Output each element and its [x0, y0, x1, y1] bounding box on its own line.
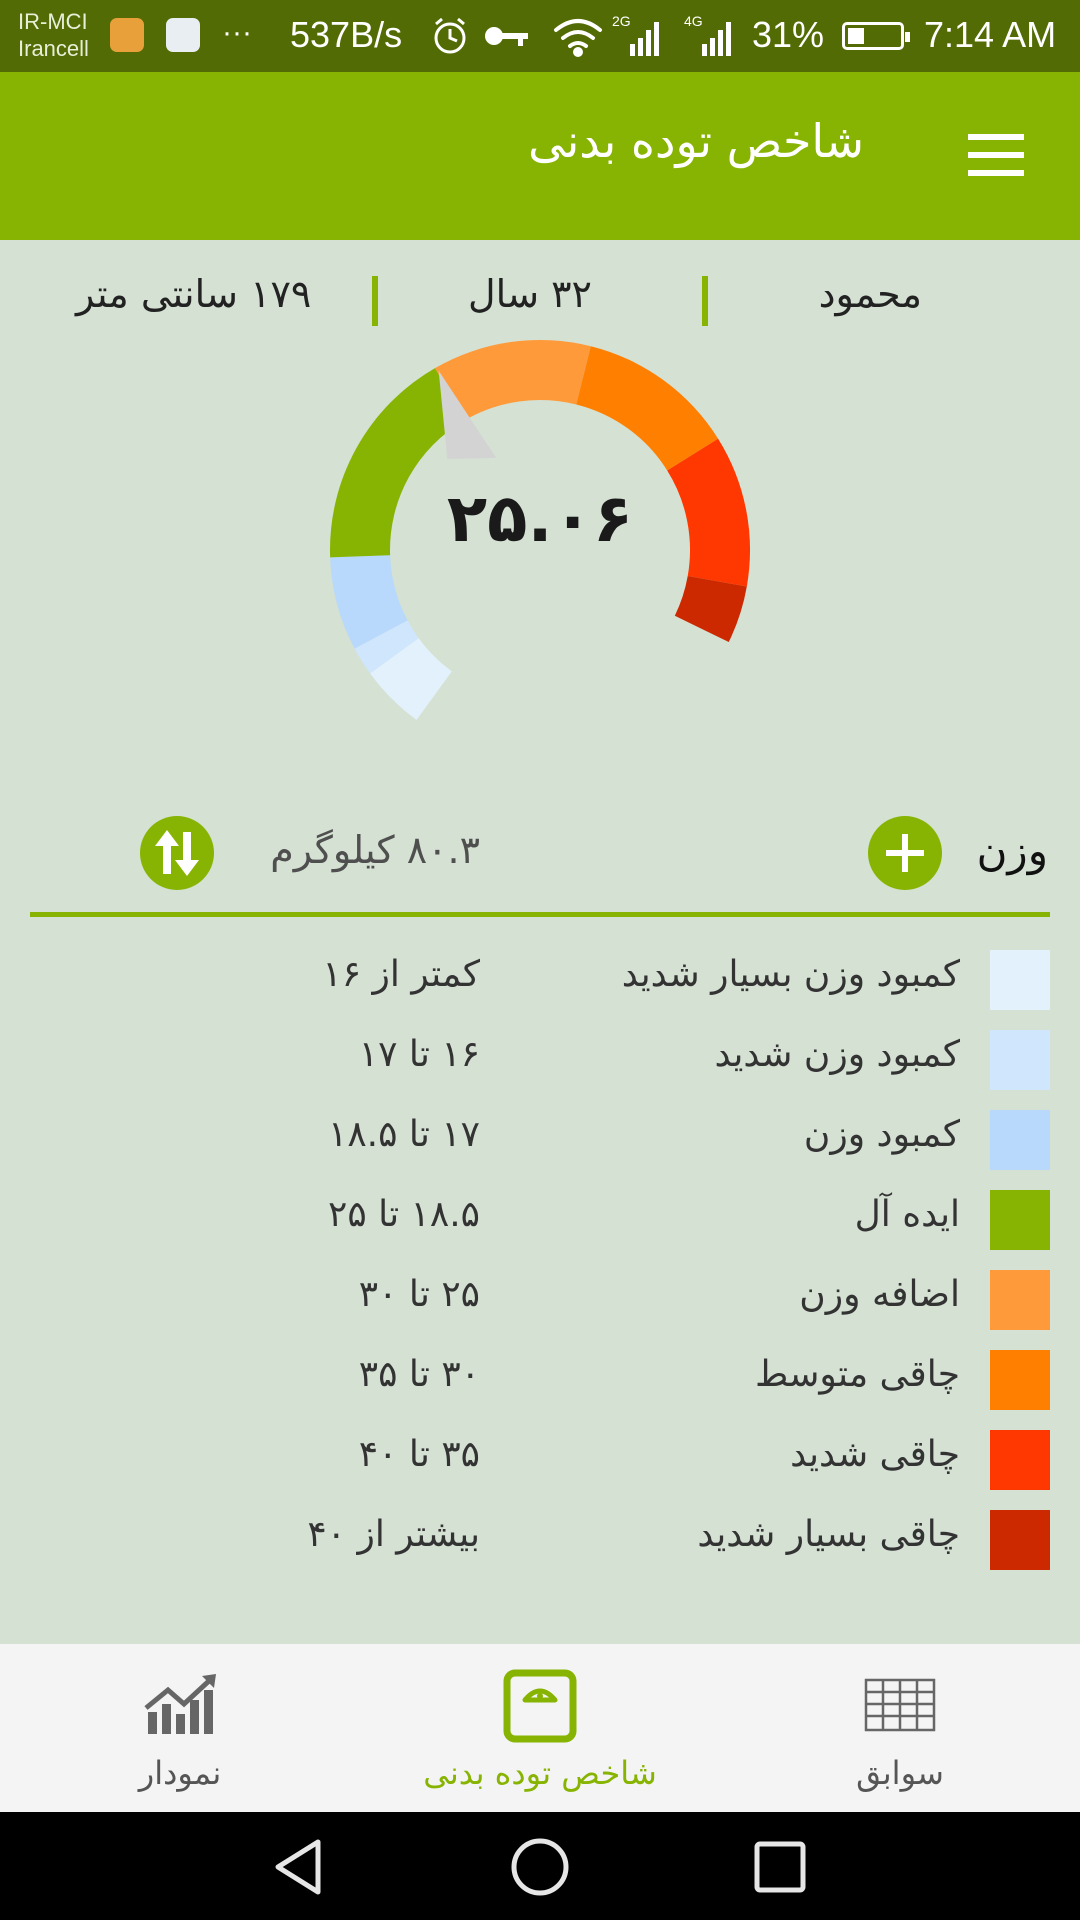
grid-table-icon [864, 1678, 936, 1732]
divider [30, 912, 1050, 917]
notification-app-icon [166, 18, 200, 52]
more-notifications-icon: ··· [222, 16, 252, 49]
status-icons: 2G 4G [434, 14, 731, 57]
legend-row: کمبود وزن ۱۷ تا ۱۸.۵ [0, 1100, 1080, 1180]
profile-age: ۳۲ سال [468, 272, 592, 316]
legend-swatch [990, 1190, 1050, 1250]
signal-4g-icon: 4G [684, 14, 731, 56]
weight-value: ۸۰.۳ کیلوگرم [270, 828, 480, 872]
back-icon[interactable] [264, 1832, 334, 1902]
legend-range: ۳۵ تا ۴۰ [358, 1434, 480, 1475]
notification-app-icon [110, 18, 144, 52]
battery-icon [842, 22, 910, 50]
legend-label: کمبود وزن [803, 1114, 960, 1155]
weight-label: وزن [976, 826, 1048, 875]
legend-range: ۱۶ تا ۱۷ [358, 1034, 480, 1075]
profile-name: محمود [818, 272, 922, 316]
legend-label: کمبود وزن بسیار شدید [621, 954, 960, 995]
legend-swatch [990, 1030, 1050, 1090]
swap-units-button[interactable] [140, 816, 214, 890]
legend-row: ایده آل ۱۸.۵ تا ۲۵ [0, 1180, 1080, 1260]
legend-row: اضافه وزن ۲۵ تا ۳۰ [0, 1260, 1080, 1340]
status-bar: IR-MCI Irancell ··· 537B/s 2G 4G 31% 7:1… [0, 0, 1080, 72]
legend-swatch [990, 1270, 1050, 1330]
page-title: شاخص توده بدنی [528, 114, 864, 168]
legend-swatch [990, 1110, 1050, 1170]
alarm-icon [434, 17, 466, 54]
legend-label: چاقی متوسط [755, 1354, 960, 1395]
legend-swatch [990, 950, 1050, 1010]
legend-row: کمبود وزن بسیار شدید کمتر از ۱۶ [0, 940, 1080, 1020]
svg-text:2G: 2G [612, 14, 631, 29]
legend-swatch [990, 1350, 1050, 1410]
legend-range: ۳۰ تا ۳۵ [358, 1354, 480, 1395]
swap-arrows-icon [155, 830, 199, 876]
legend-label: چاقی شدید [790, 1434, 960, 1475]
legend-range: ۱۸.۵ تا ۲۵ [328, 1194, 480, 1235]
add-weight-button[interactable] [868, 816, 942, 890]
legend-range: کمتر از ۱۶ [322, 954, 480, 995]
legend-row: چاقی متوسط ۳۰ تا ۳۵ [0, 1340, 1080, 1420]
legend-range: ۲۵ تا ۳۰ [358, 1274, 480, 1315]
profile-height: ۱۷۹ سانتی متر [76, 272, 312, 316]
trend-chart-icon [144, 1674, 216, 1734]
network-speed: 537B/s [290, 14, 403, 55]
svg-text:4G: 4G [684, 14, 703, 29]
vpn-key-icon [485, 27, 528, 46]
bottom-navigation: سوابق شاخص توده بدنی نمودار [0, 1644, 1080, 1812]
signal-2g-icon: 2G [612, 14, 659, 56]
legend-range: ۱۷ تا ۱۸.۵ [328, 1114, 480, 1155]
system-navigation-bar [0, 1812, 1080, 1920]
battery-percent: 31% [752, 14, 825, 55]
clock: 7:14 AM [924, 14, 1057, 55]
divider [702, 276, 708, 326]
divider [372, 276, 378, 326]
carrier-name: IR-MCI Irancell [18, 9, 89, 61]
gauge-segment [576, 346, 719, 471]
nav-bmi[interactable]: شاخص توده بدنی [360, 1644, 720, 1812]
legend-swatch [990, 1430, 1050, 1490]
legend-label: اضافه وزن [799, 1274, 960, 1315]
wifi-icon [554, 19, 602, 57]
legend-row: چاقی بسیار شدید بیشتر از ۴۰ [0, 1500, 1080, 1580]
nav-chart[interactable]: نمودار [0, 1644, 360, 1812]
scale-icon [503, 1669, 577, 1743]
recents-icon[interactable] [745, 1832, 815, 1902]
nav-label: نمودار [138, 1754, 222, 1792]
nav-label: شاخص توده بدنی [423, 1754, 657, 1792]
hamburger-menu-icon[interactable] [960, 134, 1028, 182]
nav-label: سوابق [856, 1754, 944, 1792]
nav-history[interactable]: سوابق [720, 1644, 1080, 1812]
app-bar: شاخص توده بدنی [0, 72, 1080, 240]
legend-label: ایده آل [854, 1194, 960, 1235]
bmi-value: ۲۵.۰۶ [446, 480, 634, 557]
legend-label: چاقی بسیار شدید [697, 1514, 960, 1555]
legend-range: بیشتر از ۴۰ [307, 1514, 480, 1555]
legend-swatch [990, 1510, 1050, 1570]
legend-row: چاقی شدید ۳۵ تا ۴۰ [0, 1420, 1080, 1500]
gauge-segment [674, 576, 747, 643]
legend-row: کمبود وزن شدید ۱۶ تا ۱۷ [0, 1020, 1080, 1100]
home-icon[interactable] [505, 1832, 575, 1902]
legend-label: کمبود وزن شدید [714, 1034, 960, 1075]
